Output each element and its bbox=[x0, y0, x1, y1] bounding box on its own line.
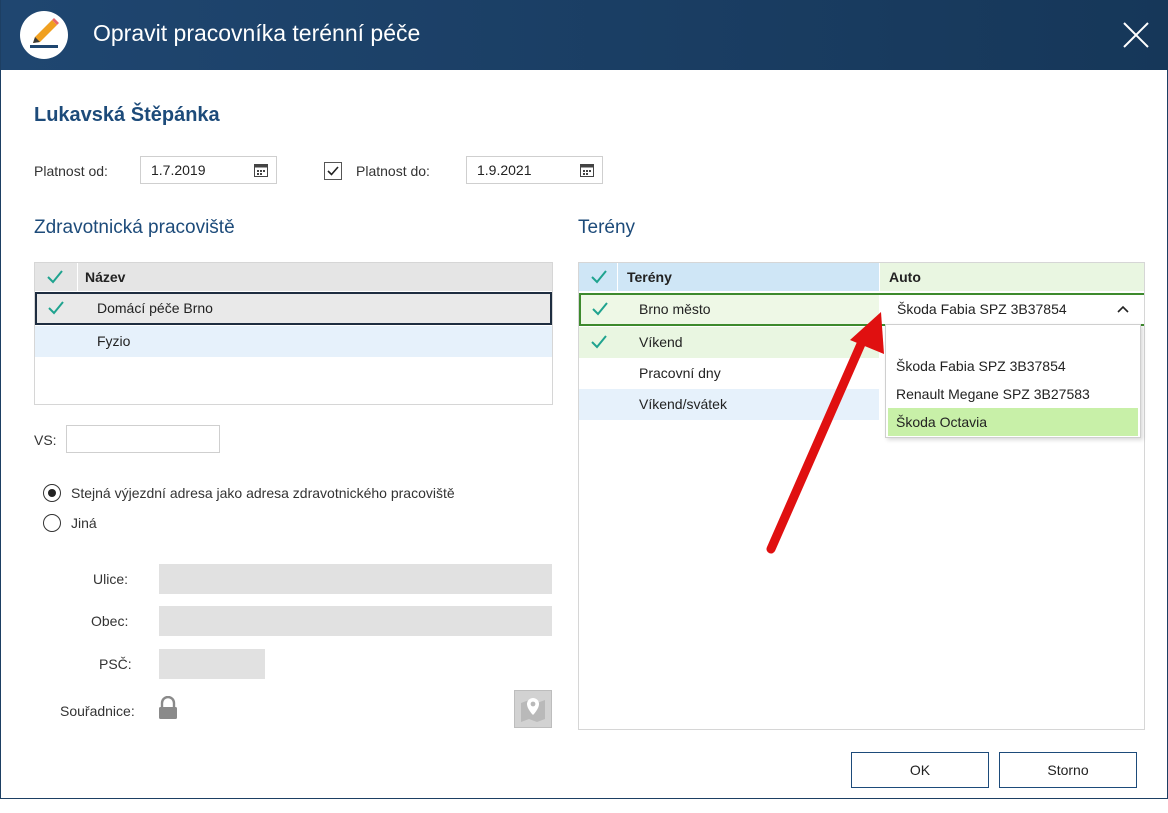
dialog-window: Opravit pracovníka terénní péče Lukavská… bbox=[0, 0, 1168, 799]
car-select-value: Škoda Fabia SPZ 3B37854 bbox=[897, 301, 1067, 317]
zip-label: PSČ: bbox=[99, 656, 132, 672]
workplaces-title: Zdravotnická pracoviště bbox=[34, 217, 235, 238]
radio-other-address-label[interactable]: Jiná bbox=[71, 515, 97, 531]
coords-label: Souřadnice: bbox=[60, 703, 135, 719]
checkmark-icon bbox=[327, 166, 339, 176]
valid-from-input[interactable]: 1.7.2019 bbox=[140, 156, 277, 184]
map-pin-button[interactable] bbox=[514, 690, 552, 728]
car-option[interactable]: Renault Megane SPZ 3B27583 bbox=[888, 380, 1138, 408]
column-header-terrain[interactable]: Terény bbox=[627, 269, 672, 285]
check-all-icon[interactable] bbox=[47, 270, 63, 284]
window-title: Opravit pracovníka terénní péče bbox=[93, 20, 421, 46]
table-row[interactable]: Pracovní dny bbox=[579, 358, 879, 389]
check-all-icon[interactable] bbox=[591, 270, 607, 284]
car-option[interactable]: Škoda Fabia SPZ 3B37854 bbox=[888, 352, 1138, 380]
valid-to-input[interactable]: 1.9.2021 bbox=[466, 156, 603, 184]
table-row[interactable]: Domácí péče Brno bbox=[35, 292, 552, 325]
car-dropdown-list: Škoda Fabia SPZ 3B37854 Renault Megane S… bbox=[885, 324, 1141, 438]
radio-other-address[interactable] bbox=[43, 514, 61, 532]
terrains-title: Terény bbox=[578, 217, 636, 238]
terrain-name: Pracovní dny bbox=[639, 365, 721, 381]
valid-to-label: Platnost do: bbox=[356, 163, 430, 179]
column-header-car[interactable]: Auto bbox=[889, 269, 921, 285]
checkmark-icon[interactable] bbox=[592, 302, 608, 316]
edit-pencil-icon bbox=[20, 11, 68, 59]
workplace-name: Fyzio bbox=[97, 333, 131, 349]
title-bar: Opravit pracovníka terénní péče bbox=[1, 0, 1168, 70]
checkmark-icon[interactable] bbox=[48, 301, 64, 315]
workplaces-grid-header: Název bbox=[35, 263, 552, 291]
close-icon[interactable] bbox=[1119, 18, 1153, 52]
table-row[interactable]: Fyzio bbox=[35, 326, 552, 357]
terrain-name: Víkend bbox=[639, 334, 683, 350]
table-row[interactable]: Víkend/svátek bbox=[579, 389, 879, 420]
car-option-highlighted[interactable]: Škoda Octavia bbox=[888, 408, 1138, 436]
terrain-name: Brno město bbox=[639, 301, 711, 317]
valid-to-value: 1.9.2021 bbox=[477, 162, 532, 178]
radio-same-address[interactable] bbox=[43, 484, 61, 502]
street-input bbox=[159, 564, 552, 594]
ok-button[interactable]: OK bbox=[851, 752, 989, 788]
valid-to-checkbox[interactable] bbox=[324, 162, 342, 180]
column-header-name[interactable]: Název bbox=[85, 269, 125, 285]
zip-input bbox=[159, 649, 265, 679]
lock-icon bbox=[159, 696, 177, 719]
calendar-icon[interactable] bbox=[254, 163, 268, 177]
city-input bbox=[159, 606, 552, 636]
vs-input[interactable] bbox=[66, 425, 220, 453]
checkmark-icon[interactable] bbox=[591, 335, 607, 349]
valid-from-label: Platnost od: bbox=[34, 163, 108, 179]
street-label: Ulice: bbox=[93, 571, 129, 587]
cancel-button[interactable]: Storno bbox=[999, 752, 1137, 788]
radio-same-address-label[interactable]: Stejná výjezdní adresa jako adresa zdrav… bbox=[71, 485, 455, 501]
workplace-name: Domácí péče Brno bbox=[97, 300, 213, 316]
terrains-grid-header: Terény bbox=[579, 263, 879, 291]
terrain-name: Víkend/svátek bbox=[639, 396, 727, 412]
vs-label: VS: bbox=[34, 432, 57, 448]
workplaces-grid: Název Domácí péče Brno Fyzio bbox=[34, 262, 553, 405]
chevron-up-icon[interactable] bbox=[1117, 305, 1129, 313]
city-label: Obec: bbox=[91, 613, 129, 629]
table-row[interactable]: Brno město Škoda Fabia SPZ 3B37854 bbox=[579, 293, 1144, 326]
table-row[interactable]: Víkend bbox=[579, 327, 879, 358]
car-select[interactable]: Škoda Fabia SPZ 3B37854 bbox=[879, 295, 1144, 324]
person-name: Lukavská Štěpánka bbox=[34, 104, 220, 126]
calendar-icon[interactable] bbox=[580, 163, 594, 177]
terrains-grid-header-car: Auto bbox=[879, 263, 1144, 291]
valid-from-value: 1.7.2019 bbox=[151, 162, 206, 178]
map-pin-icon bbox=[521, 698, 545, 722]
